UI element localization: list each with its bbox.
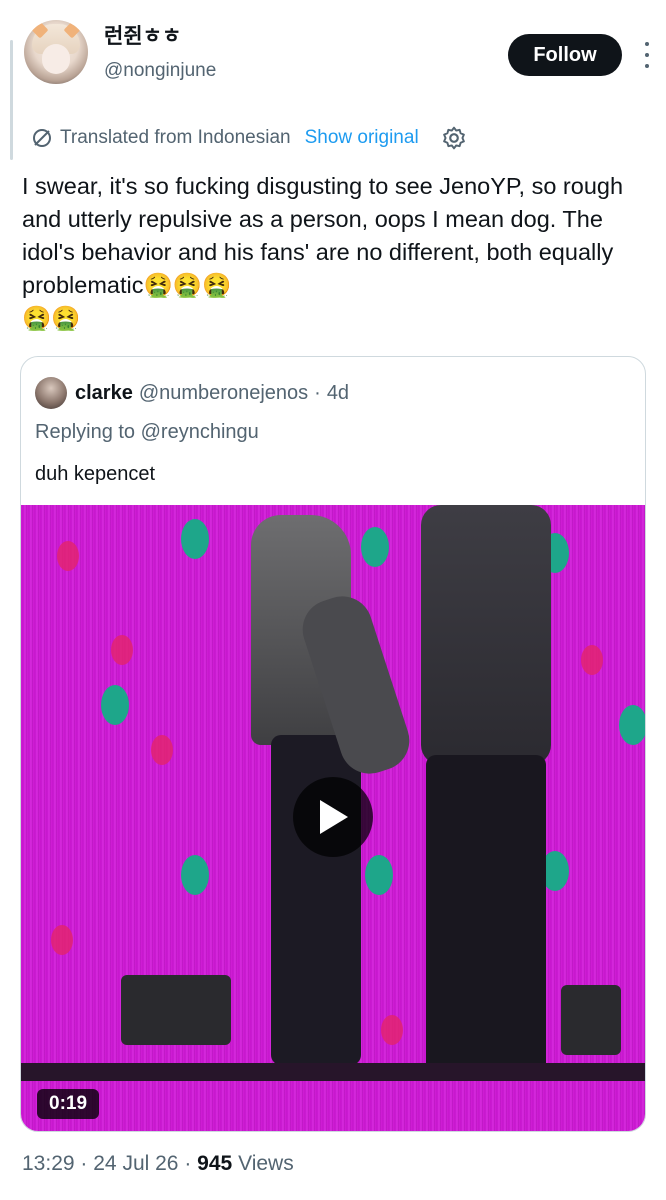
quote-separator: · [314, 381, 321, 404]
tweet-date[interactable]: 24 Jul 26 [93, 1152, 178, 1175]
stage-light [181, 519, 209, 559]
play-button[interactable] [293, 777, 373, 857]
quote-header: clarke @numberonejenos · 4d [35, 377, 349, 409]
quote-timestamp[interactable]: 4d [327, 382, 349, 405]
quote-author-name[interactable]: clarke [75, 382, 133, 405]
meta-separator: · [184, 1152, 192, 1175]
stage-light [57, 541, 79, 571]
follow-button[interactable]: Follow [508, 34, 622, 76]
stage-light [361, 527, 389, 567]
stage-light [619, 705, 645, 745]
performer-right-torso [421, 505, 551, 765]
author-info: 런쥔ㅎㅎ @nonginjune [104, 24, 216, 82]
stage-light [365, 855, 393, 895]
gear-icon[interactable] [441, 125, 467, 151]
translation-row: Translated from Indonesian Show original [30, 124, 467, 152]
tweet-meta: 13:29 · 24 Jul 26 · 945 Views [22, 1152, 294, 1176]
replying-prefix: Replying to [35, 421, 136, 443]
quoted-tweet[interactable]: clarke @numberonejenos · 4d Replying to … [20, 356, 646, 1132]
author-handle[interactable]: @nonginjune [104, 60, 216, 82]
video-duration: 0:19 [37, 1089, 100, 1119]
play-icon [320, 800, 348, 834]
author-display-name[interactable]: 런쥔ㅎㅎ [104, 24, 216, 50]
translated-label: Translated from Indonesian [60, 127, 291, 148]
more-icon[interactable] [642, 42, 652, 68]
replying-to: Replying to @reynchingu [35, 421, 259, 444]
stage-light [181, 855, 209, 895]
author-avatar[interactable] [24, 20, 88, 84]
quote-text: duh kepencet [35, 463, 156, 485]
views-count[interactable]: 945 [197, 1152, 232, 1175]
stage-floor-light [561, 985, 621, 1055]
quote-author-handle[interactable]: @numberonejenos [139, 382, 308, 405]
thread-line [10, 40, 13, 160]
tweet-text: I swear, it's so fucking disgusting to s… [22, 173, 624, 331]
views-label: Views [238, 1152, 294, 1175]
stage-light [581, 645, 603, 675]
stage-light [101, 685, 129, 725]
quote-avatar[interactable] [35, 377, 67, 409]
stage-light [151, 735, 173, 765]
stage-light [381, 1015, 403, 1045]
performer-right-legs [426, 755, 546, 1075]
show-original-link[interactable]: Show original [305, 127, 419, 149]
stage-floor-light [121, 975, 231, 1045]
stage-floor [21, 1063, 645, 1081]
meta-separator: · [80, 1152, 88, 1175]
stage-light [111, 635, 133, 665]
tweet-time[interactable]: 13:29 [22, 1152, 75, 1175]
replying-mention[interactable]: @reynchingu [141, 421, 259, 443]
video-player[interactable]: 0:19 [21, 505, 645, 1131]
tweet-header: 런쥔ㅎㅎ @nonginjune Follow [24, 20, 652, 100]
translate-icon [33, 129, 51, 147]
stage-light [51, 925, 73, 955]
